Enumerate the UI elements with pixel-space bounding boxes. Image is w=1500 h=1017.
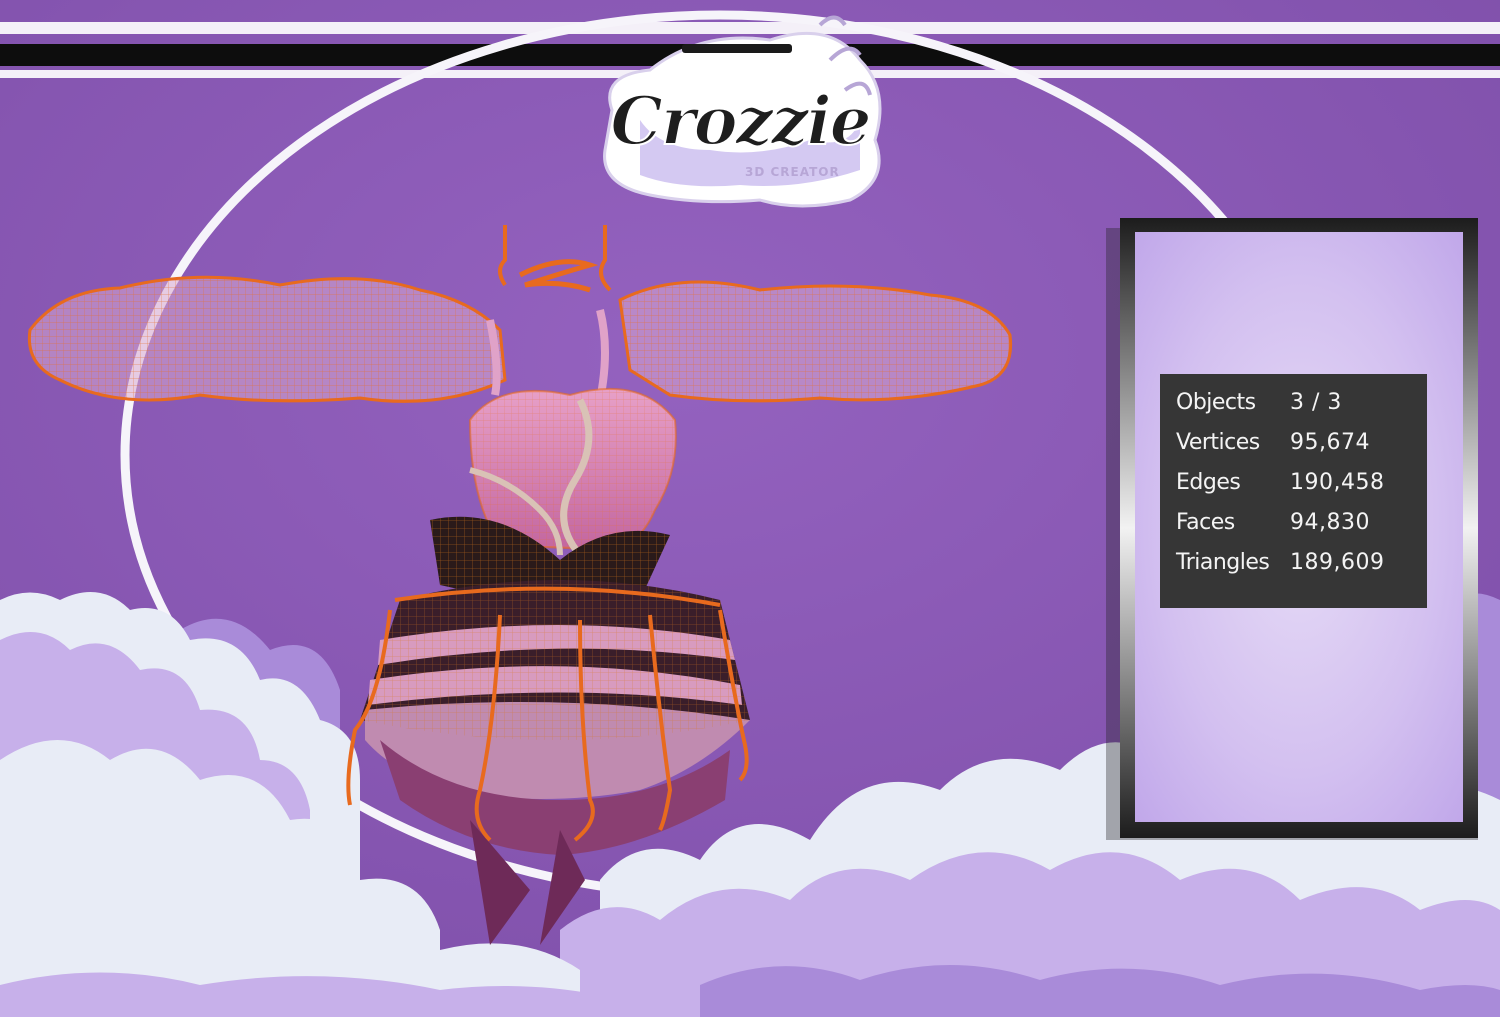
- stat-value: 190,458: [1290, 470, 1385, 495]
- stat-row-edges: Edges 190,458: [1176, 468, 1421, 498]
- stat-label: Edges: [1176, 470, 1241, 495]
- left-sleeve: [27, 275, 507, 403]
- stat-value: 3 / 3: [1290, 390, 1342, 415]
- stat-value: 189,609: [1290, 550, 1385, 575]
- stat-value: 95,674: [1290, 430, 1370, 455]
- right-sleeve: [618, 280, 1013, 403]
- mesh-stats-panel: Objects 3 / 3 Vertices 95,674 Edges 190,…: [1160, 374, 1427, 608]
- stat-row-faces: Faces 94,830: [1176, 508, 1421, 538]
- stat-row-vertices: Vertices 95,674: [1176, 428, 1421, 458]
- stat-row-triangles: Triangles 189,609: [1176, 548, 1421, 578]
- stat-row-objects: Objects 3 / 3: [1176, 388, 1421, 418]
- stat-value: 94,830: [1290, 510, 1370, 535]
- stat-label: Vertices: [1176, 430, 1260, 455]
- stat-label: Objects: [1176, 390, 1256, 415]
- logo-title: Crozzie: [609, 82, 872, 160]
- logo-subtitle: 3D CREATOR: [745, 165, 840, 179]
- stat-label: Faces: [1176, 510, 1235, 535]
- stat-label: Triangles: [1176, 550, 1270, 575]
